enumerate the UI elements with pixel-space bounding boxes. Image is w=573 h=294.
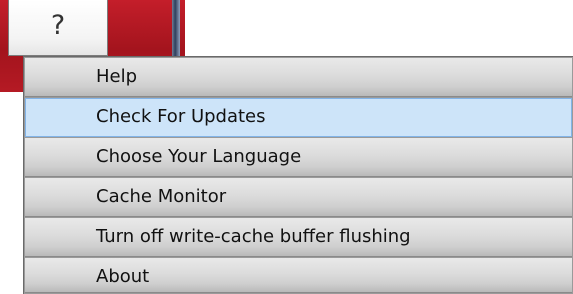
help-dropdown-menu: Help Check For Updates Choose Your Langu… xyxy=(23,56,573,294)
menu-item-label: Turn off write-cache buffer flushing xyxy=(96,226,411,247)
menu-item-help[interactable]: Help xyxy=(25,58,572,97)
menu-item-label: Choose Your Language xyxy=(96,146,302,167)
menu-item-label: Check For Updates xyxy=(96,106,266,127)
menu-item-check-for-updates[interactable]: Check For Updates xyxy=(25,98,572,137)
toolbar-divider xyxy=(172,0,180,58)
help-menu-button[interactable]: ? xyxy=(8,0,108,56)
menu-item-cache-monitor[interactable]: Cache Monitor xyxy=(25,178,572,217)
menu-item-about[interactable]: About xyxy=(25,258,572,293)
menu-item-choose-language[interactable]: Choose Your Language xyxy=(25,138,572,177)
help-button-label: ? xyxy=(50,10,66,41)
screen: ? Help Check For Updates Choose Your Lan… xyxy=(0,0,573,294)
menu-item-label: Cache Monitor xyxy=(96,186,227,207)
menu-item-label: About xyxy=(96,266,150,287)
menu-item-label: Help xyxy=(96,66,138,87)
menu-item-write-cache-flushing[interactable]: Turn off write-cache buffer flushing xyxy=(25,218,572,257)
